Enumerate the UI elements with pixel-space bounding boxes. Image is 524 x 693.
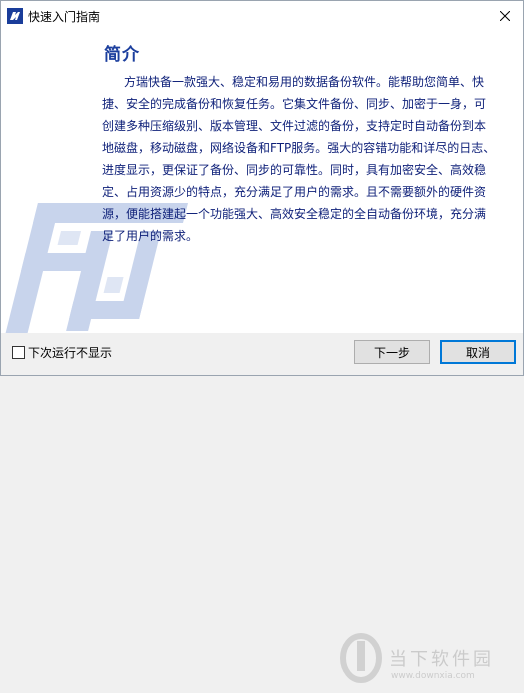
close-button[interactable] (487, 1, 523, 31)
checkbox-box[interactable] (12, 346, 25, 359)
footer-bar: 下次运行不显示 当下软件园 www.downxia.com 下一步 取消 (1, 333, 523, 683)
dont-show-again-checkbox[interactable]: 下次运行不显示 (12, 344, 112, 361)
cancel-button[interactable]: 取消 (440, 340, 516, 364)
site-watermark: 当下软件园 www.downxia.com (339, 633, 509, 693)
watermark-logo-icon (340, 633, 382, 683)
title-bar: 快速入门指南 (1, 1, 523, 31)
content-area: 简介 方瑞快备一款强大、稳定和易用的数据备份软件。能帮助您简单、快捷、安全的完成… (1, 31, 523, 333)
watermark-url: www.downxia.com (391, 671, 475, 681)
dialog-window: 快速入门指南 简介 方瑞快备一款强大、稳定和易用的数据备份软件。能帮助您简单、快… (0, 0, 524, 683)
checkbox-label[interactable]: 下次运行不显示 (28, 344, 112, 361)
window-title: 快速入门指南 (28, 10, 101, 24)
intro-paragraph: 方瑞快备一款强大、稳定和易用的数据备份软件。能帮助您简单、快捷、安全的完成备份和… (102, 75, 496, 243)
watermark-text: 当下软件园 (389, 649, 494, 670)
app-logo-icon (7, 8, 23, 24)
close-icon (500, 11, 510, 21)
page-heading: 简介 (104, 45, 140, 65)
next-button[interactable]: 下一步 (354, 340, 430, 364)
